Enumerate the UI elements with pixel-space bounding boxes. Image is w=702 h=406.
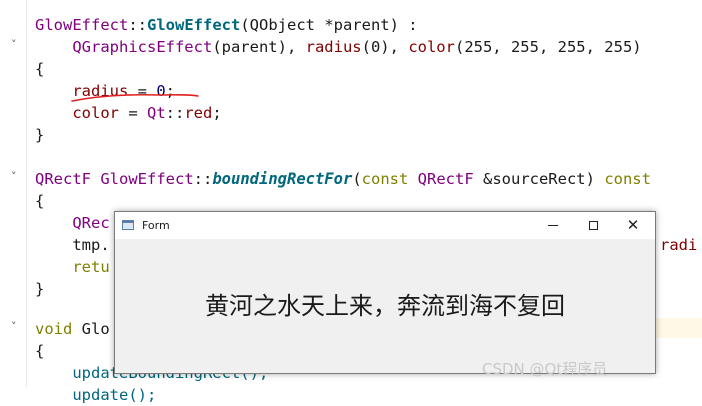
code-fragment: retu bbox=[72, 258, 110, 276]
code-line: tmp. bbox=[35, 234, 110, 256]
code-line: } bbox=[35, 280, 45, 298]
param: &sourceRect) bbox=[473, 170, 605, 188]
form-window[interactable]: Form ✕ 黄河之水天上来，奔流到海不复回 bbox=[114, 211, 656, 374]
params: (QObject *parent) : bbox=[240, 16, 418, 34]
close-button[interactable]: ✕ bbox=[613, 212, 653, 239]
class-name: GlowEffect bbox=[35, 16, 129, 34]
member: color bbox=[72, 104, 119, 122]
fold-marker-icon[interactable]: ˅ bbox=[11, 34, 23, 56]
enum-value: red bbox=[184, 104, 213, 122]
code-line: QRec bbox=[35, 212, 110, 234]
window-title: Form bbox=[142, 219, 170, 232]
code-fragment: radi bbox=[660, 236, 698, 254]
code-line: { bbox=[35, 342, 45, 360]
window-app-icon bbox=[122, 220, 134, 230]
param-type: QRectF bbox=[408, 170, 474, 188]
current-line-highlight bbox=[656, 318, 702, 338]
base-class: QGraphicsEffect bbox=[72, 38, 213, 56]
code-line: GlowEffect::GlowEffect(QObject *parent) … bbox=[35, 14, 418, 36]
code-line-right-fragment: radi bbox=[660, 234, 697, 256]
maximize-icon bbox=[588, 221, 598, 230]
member: radius bbox=[305, 38, 362, 56]
args: (255, 255, 255, 255) bbox=[454, 38, 642, 56]
scope-operator: :: bbox=[165, 104, 185, 122]
semicolon: ; bbox=[212, 104, 222, 122]
code-line: void Glo bbox=[35, 318, 110, 340]
minimize-button[interactable] bbox=[533, 212, 573, 239]
paren: ( bbox=[352, 170, 362, 188]
minimize-icon bbox=[548, 225, 558, 226]
gutter-divider bbox=[26, 0, 27, 387]
scope-operator: :: bbox=[193, 170, 213, 188]
code-fragment: tmp. bbox=[72, 236, 110, 254]
code-line: retu bbox=[35, 256, 110, 278]
code-fragment: QRec bbox=[72, 214, 110, 232]
args: (0), bbox=[361, 38, 409, 56]
code-line: QGraphicsEffect(parent), radius(0), colo… bbox=[35, 36, 642, 58]
class-name: GlowEffect bbox=[91, 170, 194, 188]
code-line: QRectF GlowEffect::boundingRectFor(const… bbox=[35, 168, 651, 190]
member: color bbox=[408, 38, 455, 56]
code-line: { bbox=[35, 60, 45, 78]
watermark-text: CSDN @Qt程序员 bbox=[482, 360, 608, 378]
title-bar[interactable]: Form ✕ bbox=[115, 212, 655, 239]
function-name: GlowEffect bbox=[147, 16, 241, 34]
watermark: CSDN @Qt程序员 bbox=[482, 358, 607, 380]
function-name: boundingRectFor bbox=[212, 170, 353, 188]
code-line: update(); bbox=[35, 384, 156, 406]
code-line: } bbox=[35, 126, 45, 144]
code-line: color = Qt::red; bbox=[35, 102, 222, 124]
red-underline-annotation bbox=[71, 93, 199, 102]
operator: = bbox=[119, 104, 147, 122]
maximize-button[interactable] bbox=[573, 212, 613, 239]
code-line: { bbox=[35, 192, 45, 210]
glow-label: 黄河之水天上来，奔流到海不复回 bbox=[205, 292, 565, 320]
keyword: const bbox=[361, 170, 409, 188]
close-icon: ✕ bbox=[626, 216, 640, 234]
keyword: void bbox=[35, 320, 73, 338]
code-fragment: Glo bbox=[72, 320, 110, 338]
fold-marker-icon[interactable]: ˅ bbox=[11, 316, 23, 338]
scope-operator: :: bbox=[128, 16, 147, 34]
args: (parent), bbox=[212, 38, 306, 56]
keyword: const bbox=[604, 170, 651, 188]
function-call: update(); bbox=[72, 386, 157, 404]
return-type: QRectF bbox=[35, 170, 91, 188]
fold-marker-icon[interactable]: ˅ bbox=[11, 166, 23, 188]
namespace: Qt bbox=[147, 104, 166, 122]
